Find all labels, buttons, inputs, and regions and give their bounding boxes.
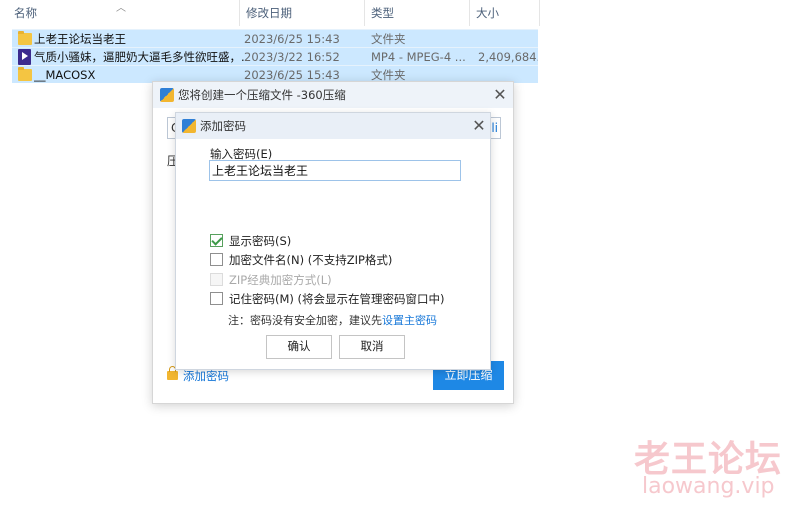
ok-button[interactable]: 确认 [266,335,332,359]
file-type: 文件夹 [371,32,406,46]
browse-button[interactable]: li [491,121,498,135]
file-size: 2,409,684... [478,50,538,64]
set-master-password-link[interactable]: 设置主密码 [382,314,437,327]
checkbox-icon [210,292,223,305]
dialog-title: 您将创建一个压缩文件 -360压缩 [178,88,346,102]
file-modified: 2023/6/25 15:43 [244,32,340,46]
security-note: 注：密码没有安全加密，建议先设置主密码 [228,312,437,328]
column-type[interactable]: 类型 [365,0,470,26]
dialog-title: 添加密码 [200,119,246,133]
file-name: 气质小骚妹，逼肥奶大逼毛多性欲旺盛，... [34,50,244,64]
column-header: ︿ 名称 修改日期 类型 大小 [0,0,540,26]
add-password-label: 添加密码 [183,369,229,383]
360zip-app-icon [160,88,174,102]
dialog-titlebar: 添加密码 ✕ [176,113,490,139]
file-size [478,30,538,48]
checkbox-checked-icon [210,234,223,247]
checkbox-icon [210,253,223,266]
file-type: MP4 - MPEG-4 ... [371,50,466,64]
add-password-link[interactable]: 添加密码 [167,366,229,384]
file-row[interactable]: 上老王论坛当老王 2023/6/25 15:43 文件夹 [12,29,538,47]
checkbox-disabled-icon [210,273,223,286]
option-label: 记住密码(M) (将会显示在管理密码窗口中) [229,292,445,306]
dialog-titlebar: 您将创建一个压缩文件 -360压缩 ✕ [153,82,513,108]
cancel-button[interactable]: 取消 [339,335,405,359]
360zip-app-icon [182,119,196,133]
column-size[interactable]: 大小 [470,0,540,26]
close-icon[interactable]: ✕ [468,115,490,137]
option-label: 加密文件名(N) (不支持ZIP格式) [229,253,393,267]
watermark-en: laowang.vip [642,474,775,499]
lock-icon [167,366,178,380]
option-label: 显示密码(S) [229,234,292,248]
file-modified: 2023/3/22 16:52 [244,50,340,64]
video-file-icon [18,49,31,65]
file-row[interactable]: 气质小骚妹，逼肥奶大逼毛多性欲旺盛，... 2023/3/22 16:52 MP… [12,47,538,65]
add-password-dialog: 添加密码 ✕ 输入密码(E) 显示密码(S) 加密文件名(N) (不支持ZIP格… [175,112,491,370]
note-text: 注：密码没有安全加密，建议先 [228,314,382,327]
file-name: 上老王论坛当老王 [34,32,126,46]
folder-icon [18,67,32,81]
folder-icon [18,31,32,45]
close-icon[interactable]: ✕ [489,84,511,106]
column-modified[interactable]: 修改日期 [240,0,365,26]
column-name[interactable]: 名称 [8,0,240,26]
password-input[interactable] [209,160,461,181]
option-label: ZIP经典加密方式(L) [229,273,332,287]
